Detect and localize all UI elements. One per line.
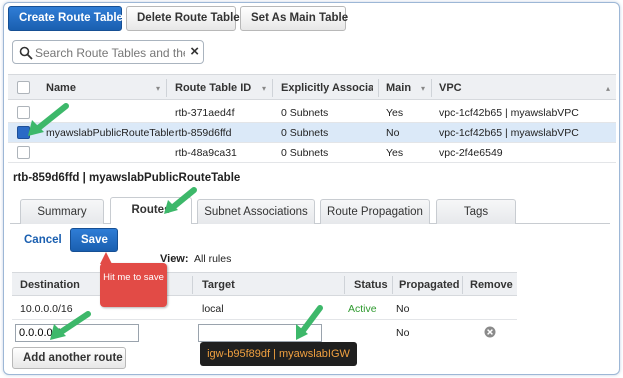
save-tooltip: Hit me to save: [100, 263, 167, 307]
tab-subnet-associations[interactable]: Subnet Associations: [197, 199, 315, 224]
clear-search-icon[interactable]: ×: [190, 44, 199, 60]
col-explicitly-associated[interactable]: Explicitly Associat: [281, 82, 373, 94]
row-vpc: vpc-1cf42b65 | myawslabVPC: [439, 107, 579, 119]
sort-icon[interactable]: ▾: [421, 84, 425, 93]
route-tables-header: Name ▾ Route Table ID ▾ Explicitly Assoc…: [8, 74, 616, 100]
sort-icon[interactable]: ▴: [606, 84, 610, 93]
search-route-tables-input[interactable]: Search Route Tables and thei ×: [12, 40, 204, 64]
col-route-table-id[interactable]: Route Table ID: [175, 82, 251, 94]
create-route-table-button[interactable]: Create Route Table: [8, 6, 123, 31]
cancel-link[interactable]: Cancel: [24, 234, 62, 246]
target-hint: igw-b95f89df | myawslabIGW: [200, 342, 357, 366]
delete-route-table-button[interactable]: Delete Route Table: [126, 6, 240, 31]
col-target: Target: [202, 279, 235, 291]
row-route-table-id: rtb-371aed4f: [175, 107, 235, 119]
row-route-table-id: rtb-48a9ca31: [175, 147, 237, 159]
table-row[interactable]: rtb-371aed4f 0 Subnets Yes vpc-1cf42b65 …: [8, 103, 616, 123]
table-row[interactable]: myawslabPublicRouteTable rtb-859d6ffd 0 …: [8, 123, 616, 143]
tooltip-pointer: [100, 252, 112, 264]
arrow-icon: [164, 187, 197, 214]
arrow-icon: [296, 305, 323, 340]
tab-route-propagation[interactable]: Route Propagation: [320, 199, 430, 224]
col-remove: Remove: [470, 279, 513, 291]
row-associations: 0 Subnets: [281, 107, 329, 119]
row-route-table-id: rtb-859d6ffd: [175, 127, 232, 139]
row-main: Yes: [386, 147, 404, 159]
row-main: Yes: [386, 107, 404, 119]
tab-summary[interactable]: Summary: [20, 199, 104, 224]
routes-header: Destination Target Status Propagated Rem…: [12, 272, 517, 296]
row-associations: 0 Subnets: [281, 127, 329, 139]
arrow-icon: [50, 311, 91, 340]
select-all-checkbox[interactable]: [17, 81, 30, 94]
col-name[interactable]: Name: [46, 82, 76, 94]
add-another-route-button[interactable]: Add another route: [12, 347, 126, 369]
route-propagated: No: [396, 303, 410, 315]
col-status: Status: [354, 279, 388, 291]
col-main[interactable]: Main: [386, 82, 411, 94]
route-status: Active: [348, 303, 377, 315]
row-associations: 0 Subnets: [281, 147, 329, 159]
sort-icon[interactable]: ▾: [369, 84, 373, 93]
tab-tags[interactable]: Tags: [436, 199, 516, 224]
set-as-main-table-button[interactable]: Set As Main Table: [240, 6, 348, 31]
col-destination: Destination: [20, 279, 80, 291]
view-value[interactable]: All rules: [194, 253, 231, 265]
detail-title: rtb-859d6ffd | myawslabPublicRouteTable: [13, 172, 241, 184]
row-checkbox[interactable]: [17, 146, 30, 159]
route-target: local: [202, 303, 224, 315]
search-icon: [19, 46, 33, 60]
sort-icon[interactable]: ▾: [156, 84, 160, 93]
row-vpc: vpc-2f4e6549: [439, 147, 503, 159]
arrow-icon: [28, 103, 69, 136]
new-route-propagated: No: [396, 327, 410, 339]
col-propagated: Propagated: [399, 279, 460, 291]
row-vpc: vpc-1cf42b65 | myawslabVPC: [439, 127, 579, 139]
row-main: No: [386, 127, 400, 139]
remove-icon[interactable]: [484, 326, 496, 338]
sort-icon[interactable]: ▾: [262, 84, 266, 93]
save-button[interactable]: Save: [70, 228, 118, 252]
table-row[interactable]: rtb-48a9ca31 0 Subnets Yes vpc-2f4e6549: [8, 143, 616, 163]
search-text: Search Route Tables and thei: [35, 46, 185, 60]
col-vpc[interactable]: VPC: [439, 82, 462, 94]
